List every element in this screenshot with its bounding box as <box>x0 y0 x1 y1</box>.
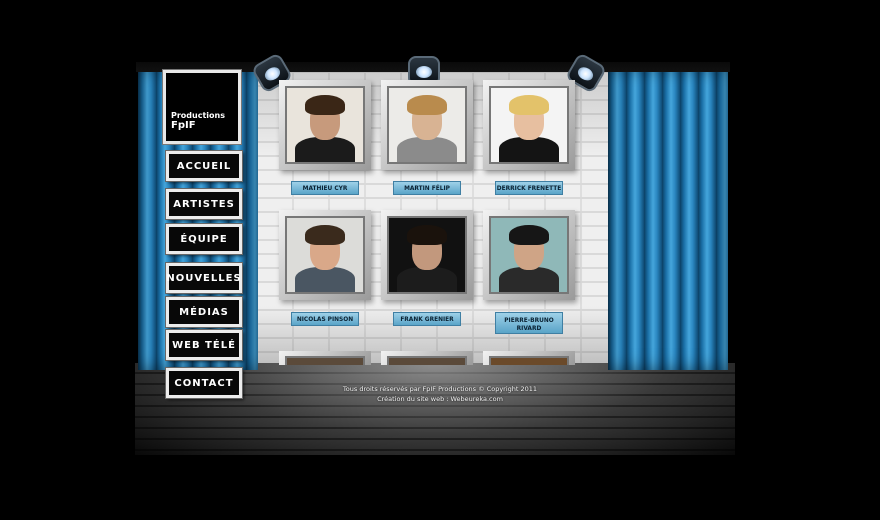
nav-web-tele[interactable]: WEB TÉLÉ <box>166 330 242 360</box>
nav-equipe[interactable]: ÉQUIPE <box>166 224 242 254</box>
artist-photo-nicolas-pinson[interactable] <box>279 210 371 300</box>
artist-name-mathieu-cyr[interactable]: MATHIEU CYR <box>291 181 359 195</box>
artist-photo-partial[interactable] <box>483 351 575 365</box>
copyright-text: Tous droits réservés par FpIF Production… <box>342 385 538 393</box>
nav-nouvelles[interactable]: NOUVELLES <box>166 263 242 293</box>
artist-photo-martin-felip[interactable] <box>381 80 473 170</box>
artist-name-nicolas-pinson[interactable]: NICOLAS PINSON <box>291 312 359 326</box>
artist-name-derrick-frenette[interactable]: DERRICK FRENETTE <box>495 181 563 195</box>
artist-photo-derrick-frenette[interactable] <box>483 80 575 170</box>
site-credit-link[interactable]: Création du site web : Webeureka.com <box>300 395 580 403</box>
nav-contact[interactable]: CONTACT <box>166 368 242 398</box>
nav-artistes[interactable]: ARTISTES <box>166 189 242 219</box>
artist-photo-partial[interactable] <box>279 351 371 365</box>
artist-photo-partial[interactable] <box>381 351 473 365</box>
right-curtain <box>608 68 728 370</box>
artist-photo-frank-grenier[interactable] <box>381 210 473 300</box>
nav-accueil[interactable]: ACCUEIL <box>166 151 242 181</box>
artist-photo-pierre-bruno-rivard[interactable] <box>483 210 575 300</box>
artist-name-martin-felip[interactable]: MARTIN FÉLIP <box>393 181 461 195</box>
logo-line-1: Productions <box>171 111 225 120</box>
artist-name-pierre-bruno-rivard[interactable]: PIERRE-BRUNO RIVARD <box>495 312 563 334</box>
nav-medias[interactable]: MÉDIAS <box>166 297 242 327</box>
logo-line-2: FpIF <box>171 120 196 131</box>
artist-name-frank-grenier[interactable]: FRANK GRENIER <box>393 312 461 326</box>
site-logo[interactable]: Productions FpIF <box>163 70 241 144</box>
artist-photo-mathieu-cyr[interactable] <box>279 80 371 170</box>
